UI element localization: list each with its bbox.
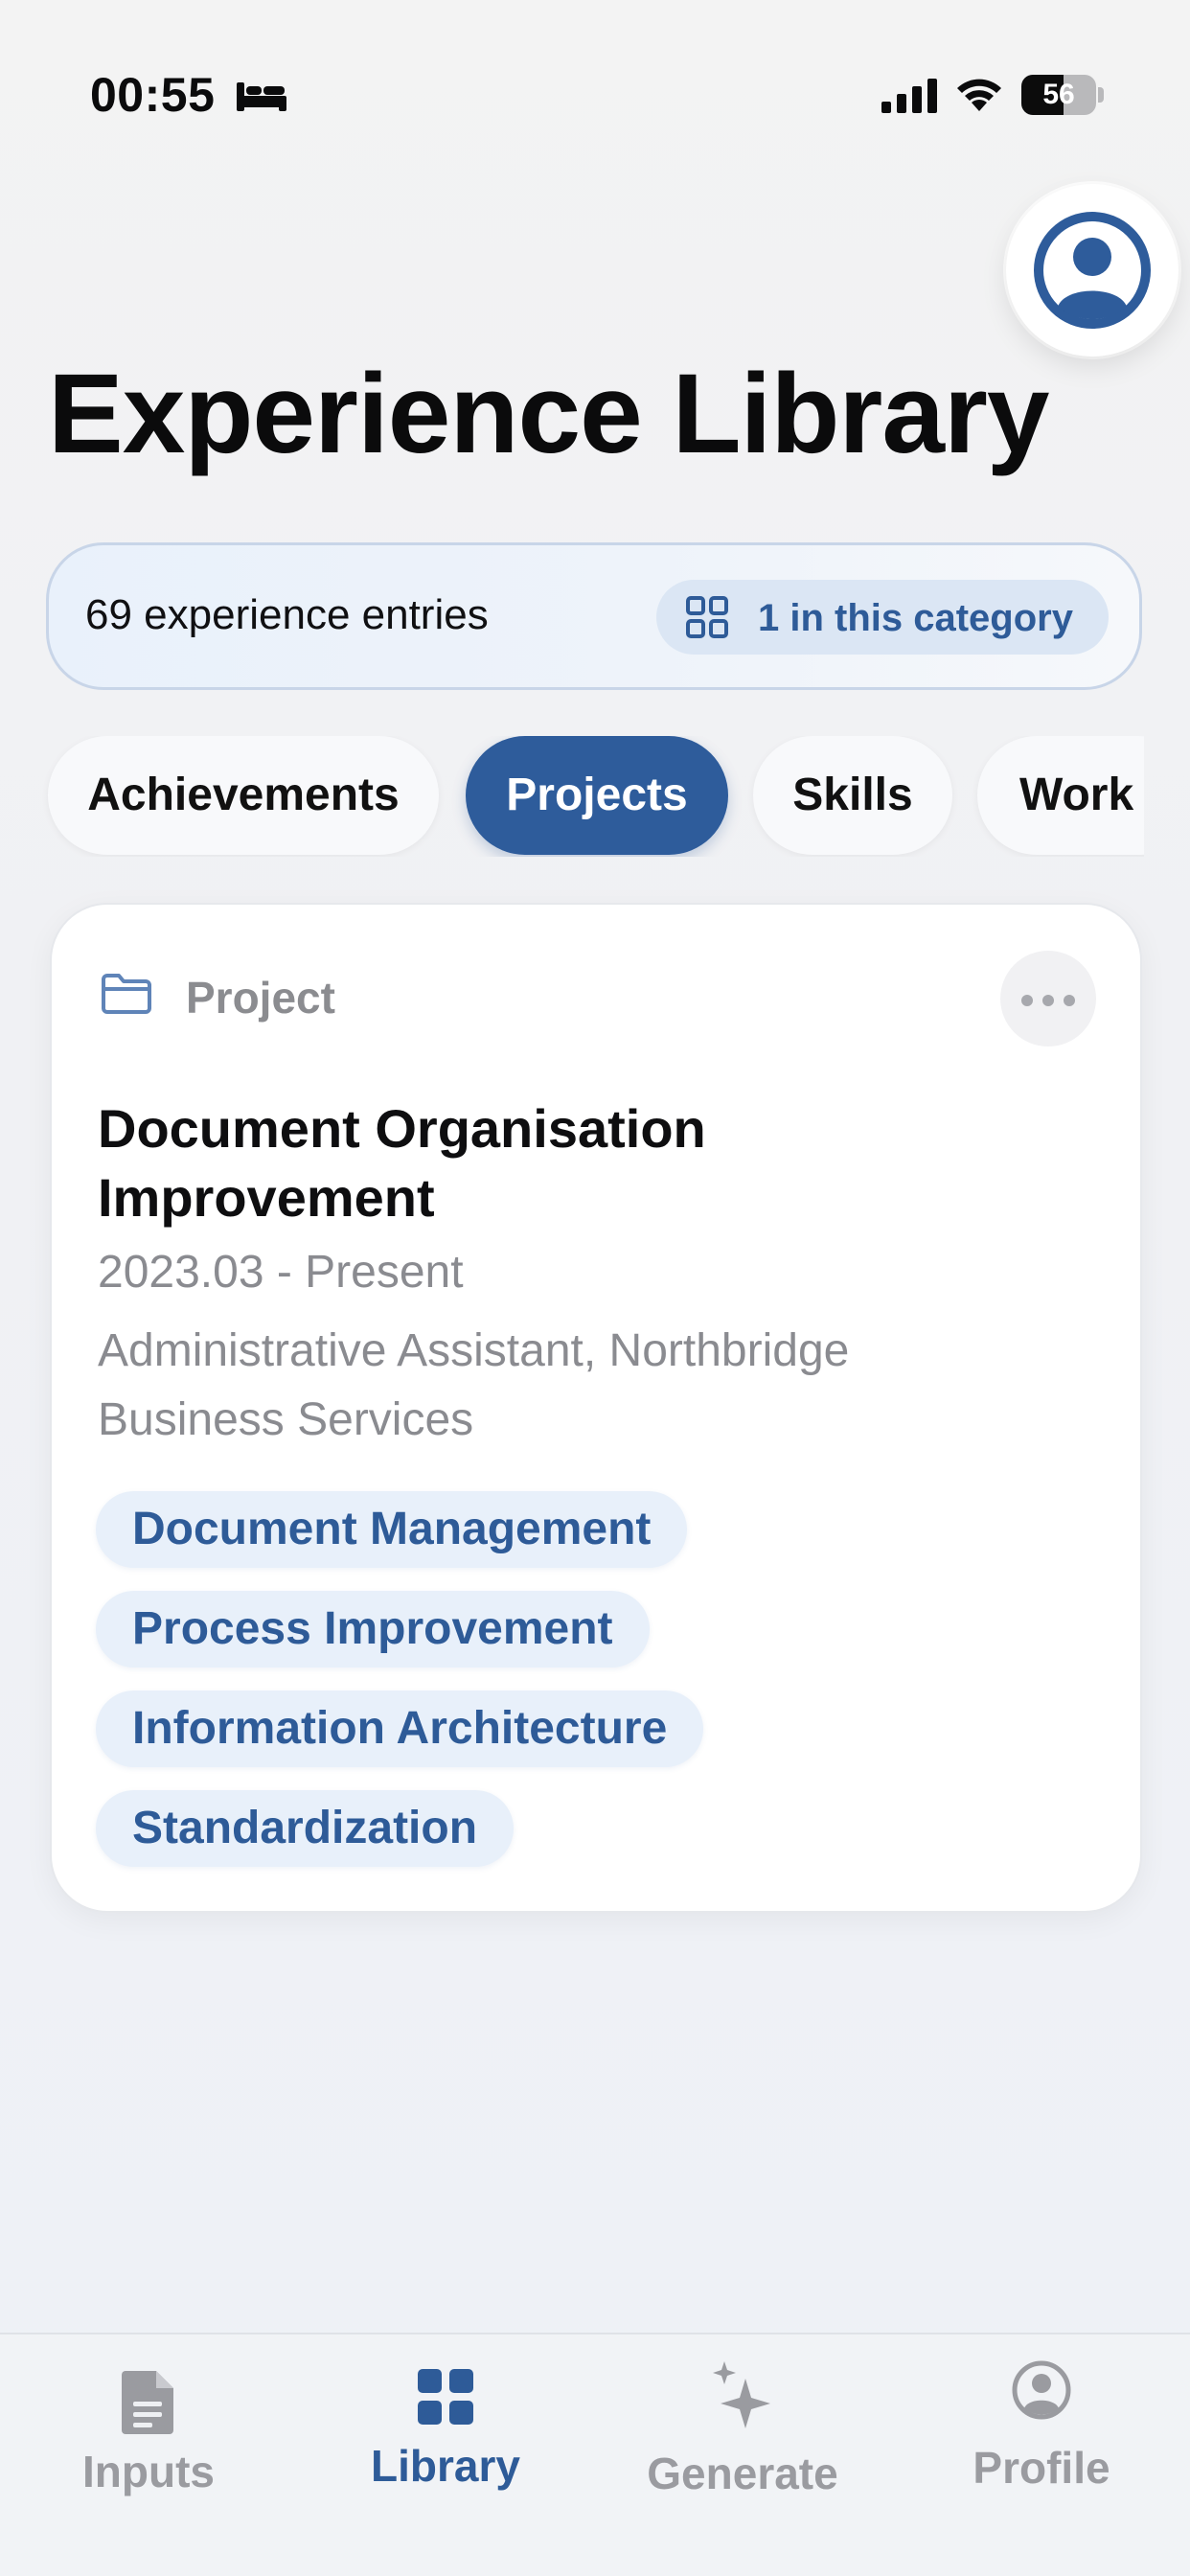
category-count-pill: 1 in this category bbox=[656, 580, 1109, 655]
person-circle-icon bbox=[1034, 212, 1151, 329]
nav-profile-label: Profile bbox=[973, 2443, 1110, 2493]
cellular-signal-icon bbox=[881, 79, 937, 113]
battery-indicator: 56 bbox=[1021, 75, 1104, 115]
wifi-icon bbox=[957, 79, 1001, 111]
category-count: 1 in this category bbox=[758, 597, 1073, 639]
person-circle-icon bbox=[1012, 2360, 1071, 2420]
page-title: Experience Library bbox=[48, 351, 1050, 477]
nav-library[interactable]: Library bbox=[297, 2334, 594, 2526]
folder-icon bbox=[102, 974, 151, 1014]
document-icon bbox=[122, 2371, 173, 2434]
grid-icon bbox=[418, 2369, 473, 2425]
tab-work[interactable]: Work bbox=[977, 736, 1144, 855]
battery-percent: 56 bbox=[1042, 79, 1075, 110]
ellipsis-icon bbox=[1021, 995, 1033, 1006]
experience-card[interactable]: Project Document Organisation Improvemen… bbox=[50, 903, 1142, 1913]
entry-title: Document Organisation Improvement bbox=[98, 1098, 706, 1228]
summary-bar: 69 experience entries 1 in this category bbox=[46, 542, 1142, 690]
nav-generate-label: Generate bbox=[647, 2449, 838, 2498]
tab-projects[interactable]: Projects bbox=[466, 736, 728, 855]
entry-date: 2023.03 - Present bbox=[98, 1247, 464, 1298]
entry-role: Administrative Assistant, Northbridge Bu… bbox=[98, 1325, 850, 1445]
tab-achievements[interactable]: Achievements bbox=[48, 736, 439, 855]
tab-skills[interactable]: Skills bbox=[753, 736, 952, 855]
nav-library-label: Library bbox=[371, 2441, 520, 2491]
nav-inputs-label: Inputs bbox=[82, 2447, 215, 2496]
nav-profile[interactable]: Profile bbox=[893, 2334, 1190, 2526]
tag-chip[interactable]: Process Improvement bbox=[96, 1591, 650, 1668]
sparkles-icon bbox=[713, 2361, 770, 2428]
more-options-button[interactable] bbox=[1000, 951, 1096, 1046]
bottom-tab-bar: Inputs Library Generate Profile bbox=[0, 2333, 1190, 2576]
entry-type: Project bbox=[186, 973, 335, 1023]
tag-chip[interactable]: Standardization bbox=[96, 1790, 515, 1867]
nav-inputs[interactable]: Inputs bbox=[0, 2334, 297, 2526]
tag-chip[interactable]: Information Architecture bbox=[96, 1690, 704, 1767]
nav-generate[interactable]: Generate bbox=[594, 2334, 891, 2526]
grid-icon bbox=[686, 596, 728, 638]
bed-icon bbox=[237, 82, 286, 111]
status-bar: 00:55 56 bbox=[0, 0, 1190, 192]
tag-chip[interactable]: Document Management bbox=[96, 1491, 688, 1568]
status-time: 00:55 bbox=[90, 68, 216, 122]
entry-count: 69 experience entries bbox=[85, 591, 489, 638]
profile-button[interactable] bbox=[1006, 184, 1186, 364]
category-tabs: Achievements Projects Skills Work bbox=[0, 736, 1144, 857]
